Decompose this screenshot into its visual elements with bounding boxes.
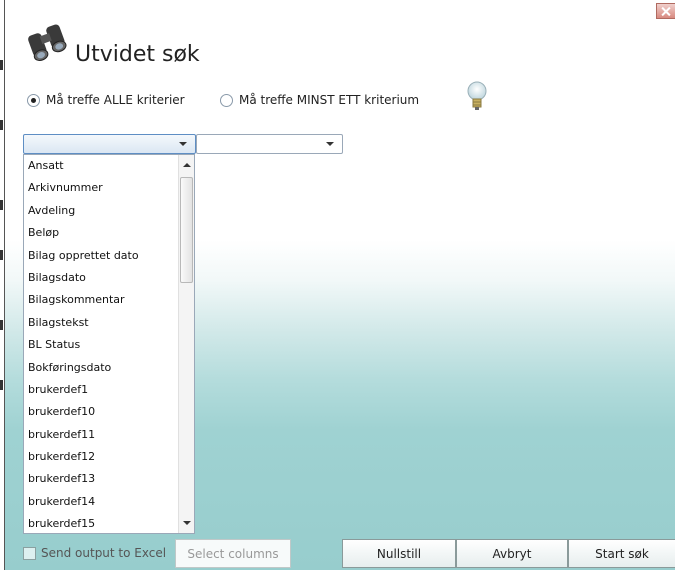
match-any-label: Må treffe MINST ETT kriterium: [239, 93, 420, 107]
select-columns-button[interactable]: Select columns: [175, 539, 291, 568]
list-item[interactable]: Bilagstekst: [24, 312, 194, 334]
send-to-excel-label: Send output to Excel: [41, 546, 167, 560]
list-item[interactable]: BL Status: [24, 334, 194, 356]
list-item[interactable]: brukerdef13: [24, 468, 194, 490]
binoculars-icon: [28, 24, 67, 61]
lightbulb-icon[interactable]: [466, 80, 488, 112]
radio-unselected-icon: [220, 93, 233, 107]
dropdown-items: Ansatt Arkivnummer Avdeling Beløp Bilag …: [24, 155, 194, 533]
list-item[interactable]: Bilagsdato: [24, 267, 194, 289]
radio-selected-icon: [27, 93, 40, 107]
list-item[interactable]: brukerdef11: [24, 424, 194, 446]
chevron-down-icon: [179, 142, 187, 146]
dialog-title: Utvidet søk: [75, 42, 200, 67]
chevron-down-icon: [326, 142, 334, 146]
start-search-button[interactable]: Start søk: [568, 539, 675, 568]
list-item[interactable]: brukerdef1: [24, 379, 194, 401]
send-to-excel-checkbox[interactable]: [23, 547, 36, 560]
operator-combobox[interactable]: [196, 134, 343, 154]
list-item[interactable]: Bilagskommentar: [24, 289, 194, 311]
advanced-search-dialog: Utvidet søk Må treffe ALLE kriterier Må …: [4, 0, 675, 570]
reset-button[interactable]: Nullstill: [342, 539, 456, 568]
scroll-up-icon[interactable]: [183, 163, 191, 167]
list-item[interactable]: Arkivnummer: [24, 177, 194, 199]
field-combobox[interactable]: [23, 134, 196, 154]
cancel-button[interactable]: Avbryt: [456, 539, 568, 568]
scrollbar-thumb[interactable]: [180, 177, 193, 283]
close-icon[interactable]: [656, 3, 675, 19]
list-item[interactable]: Ansatt: [24, 155, 194, 177]
list-item[interactable]: Avdeling: [24, 200, 194, 222]
match-all-label: Må treffe ALLE kriterier: [46, 93, 185, 107]
scroll-down-icon[interactable]: [183, 521, 191, 525]
field-dropdown-list: Ansatt Arkivnummer Avdeling Beløp Bilag …: [23, 154, 195, 534]
list-item[interactable]: Bilag opprettet dato: [24, 245, 194, 267]
list-item[interactable]: Beløp: [24, 222, 194, 244]
list-item[interactable]: brukerdef10: [24, 401, 194, 423]
list-item[interactable]: brukerdef15: [24, 513, 194, 533]
dropdown-scrollbar[interactable]: [178, 155, 194, 533]
list-item[interactable]: brukerdef14: [24, 491, 194, 513]
match-all-radio[interactable]: Må treffe ALLE kriterier: [27, 93, 185, 107]
list-item[interactable]: brukerdef12: [24, 446, 194, 468]
list-item[interactable]: Bokføringsdato: [24, 357, 194, 379]
match-any-radio[interactable]: Må treffe MINST ETT kriterium: [220, 93, 419, 107]
